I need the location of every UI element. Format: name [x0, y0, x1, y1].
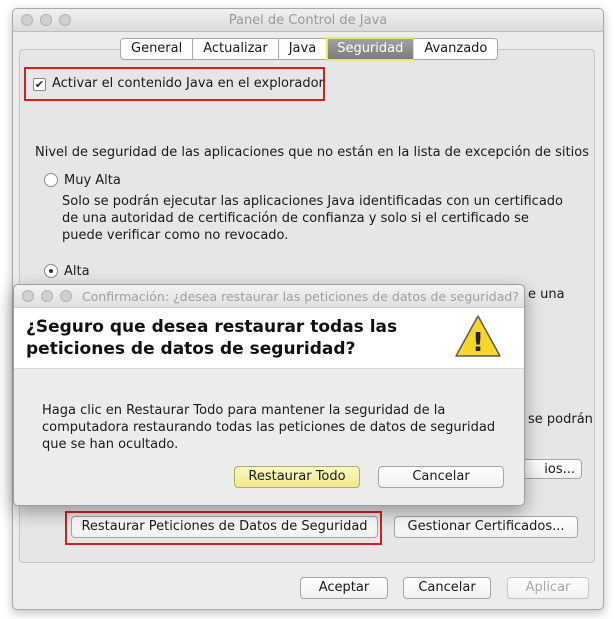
- tab-bar: General Actualizar Java Seguridad Avanza…: [120, 37, 499, 61]
- high-radio[interactable]: [44, 264, 58, 278]
- edit-sites-partial-label: ios...: [544, 462, 575, 477]
- very-high-radio[interactable]: [44, 173, 58, 187]
- restore-security-prompts-button[interactable]: Restaurar Peticiones de Datos de Segurid…: [71, 516, 378, 538]
- dialog-zoom-button[interactable]: [60, 290, 72, 302]
- partial-text-2: se podrán: [528, 412, 593, 427]
- warning-icon: !: [455, 315, 501, 358]
- dialog-body: Haga clic en Restaurar Todo para mantene…: [42, 403, 496, 452]
- checkmark-icon: ✔: [34, 78, 45, 91]
- dialog-heading: ¿Seguro que desea restaurar todas las pe…: [26, 317, 398, 359]
- window-title: Panel de Control de Java: [228, 13, 388, 28]
- tab-general[interactable]: General: [120, 38, 194, 60]
- tab-advanced[interactable]: Avanzado: [414, 38, 499, 60]
- cancel-button[interactable]: Cancelar: [403, 577, 491, 599]
- dialog-title: Confirmación: ¿desea restaurar las petic…: [82, 289, 519, 304]
- dialog-title-bar: Confirmación: ¿desea restaurar las petic…: [14, 285, 524, 308]
- warning-mark: !: [472, 328, 484, 358]
- very-high-description: Solo se podrán ejecutar las aplicaciones…: [62, 194, 563, 243]
- dialog-cancel-button[interactable]: Cancelar: [378, 466, 504, 488]
- ok-button[interactable]: Aceptar: [300, 577, 388, 599]
- apply-button[interactable]: Aplicar: [507, 577, 589, 599]
- dialog-header: ¿Seguro que desea restaurar todas las pe…: [14, 308, 524, 369]
- tab-update[interactable]: Actualizar: [193, 38, 279, 60]
- restore-all-button[interactable]: Restaurar Todo: [234, 466, 360, 488]
- enable-java-label: Activar el contenido Java en el explorad…: [52, 76, 324, 91]
- manage-certificates-button[interactable]: Gestionar Certificados...: [394, 516, 578, 538]
- tab-security[interactable]: Seguridad: [326, 37, 416, 61]
- dialog-minimize-button[interactable]: [41, 290, 53, 302]
- title-bar: Panel de Control de Java: [13, 9, 603, 32]
- high-label: Alta: [64, 264, 90, 279]
- partial-text-1: e una: [528, 287, 565, 302]
- very-high-label: Muy Alta: [64, 173, 121, 188]
- tab-java[interactable]: Java: [278, 38, 328, 60]
- security-level-heading: Nivel de seguridad de las aplicaciones q…: [35, 145, 589, 160]
- dialog-close-button[interactable]: [22, 290, 34, 302]
- enable-java-checkbox[interactable]: ✔: [33, 78, 46, 91]
- confirmation-dialog: Confirmación: ¿desea restaurar las petic…: [13, 284, 525, 506]
